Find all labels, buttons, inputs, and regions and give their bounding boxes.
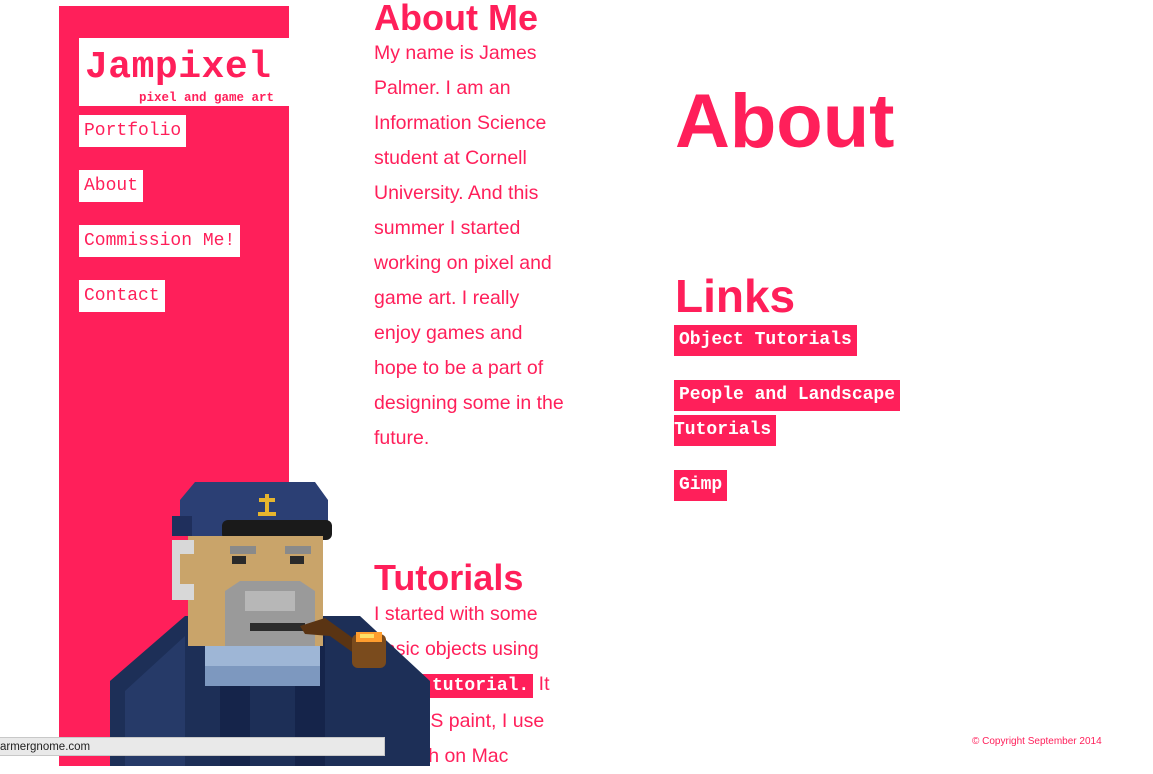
copyright-footer: © Copyright September 2014	[972, 736, 1102, 747]
nav-about[interactable]: About	[79, 170, 144, 202]
link-people-landscape-line2[interactable]: Tutorials	[674, 415, 777, 446]
about-line: summer I started	[374, 217, 521, 239]
logo-title: Jampixel	[85, 46, 272, 89]
nav-portfolio[interactable]: Portfolio	[79, 115, 187, 147]
about-line: working on pixel and	[374, 252, 552, 274]
about-line: enjoy games and	[374, 322, 523, 344]
about-line: designing some in the	[374, 392, 564, 414]
about-line: future.	[374, 427, 430, 449]
captain-illustration	[110, 482, 430, 766]
about-line: student at Cornell	[374, 147, 527, 169]
about-me-heading: About Me	[374, 0, 538, 38]
logo[interactable]: Jampixel pixel and game art	[79, 38, 289, 106]
about-line: game art. I really	[374, 287, 520, 309]
link-people-landscape[interactable]: People and Landscape	[674, 380, 901, 411]
link-object-tutorials[interactable]: Object Tutorials	[674, 325, 857, 356]
about-line: My name is James	[374, 42, 537, 64]
about-line: Information Science	[374, 112, 547, 134]
about-line: hope to be a part of	[374, 357, 544, 379]
browser-status-bar: armergnome.com	[0, 737, 385, 756]
nav-contact[interactable]: Contact	[79, 280, 165, 312]
about-line: University. And this	[374, 182, 539, 204]
nav-commission[interactable]: Commission Me!	[79, 225, 241, 257]
page-title: About	[675, 79, 895, 164]
links-heading: Links	[675, 270, 796, 322]
about-line: Palmer. I am an	[374, 77, 511, 99]
link-gimp[interactable]: Gimp	[674, 470, 728, 501]
tutorials-link-suffix: It	[533, 673, 550, 695]
logo-subtitle: pixel and game art	[139, 91, 275, 105]
